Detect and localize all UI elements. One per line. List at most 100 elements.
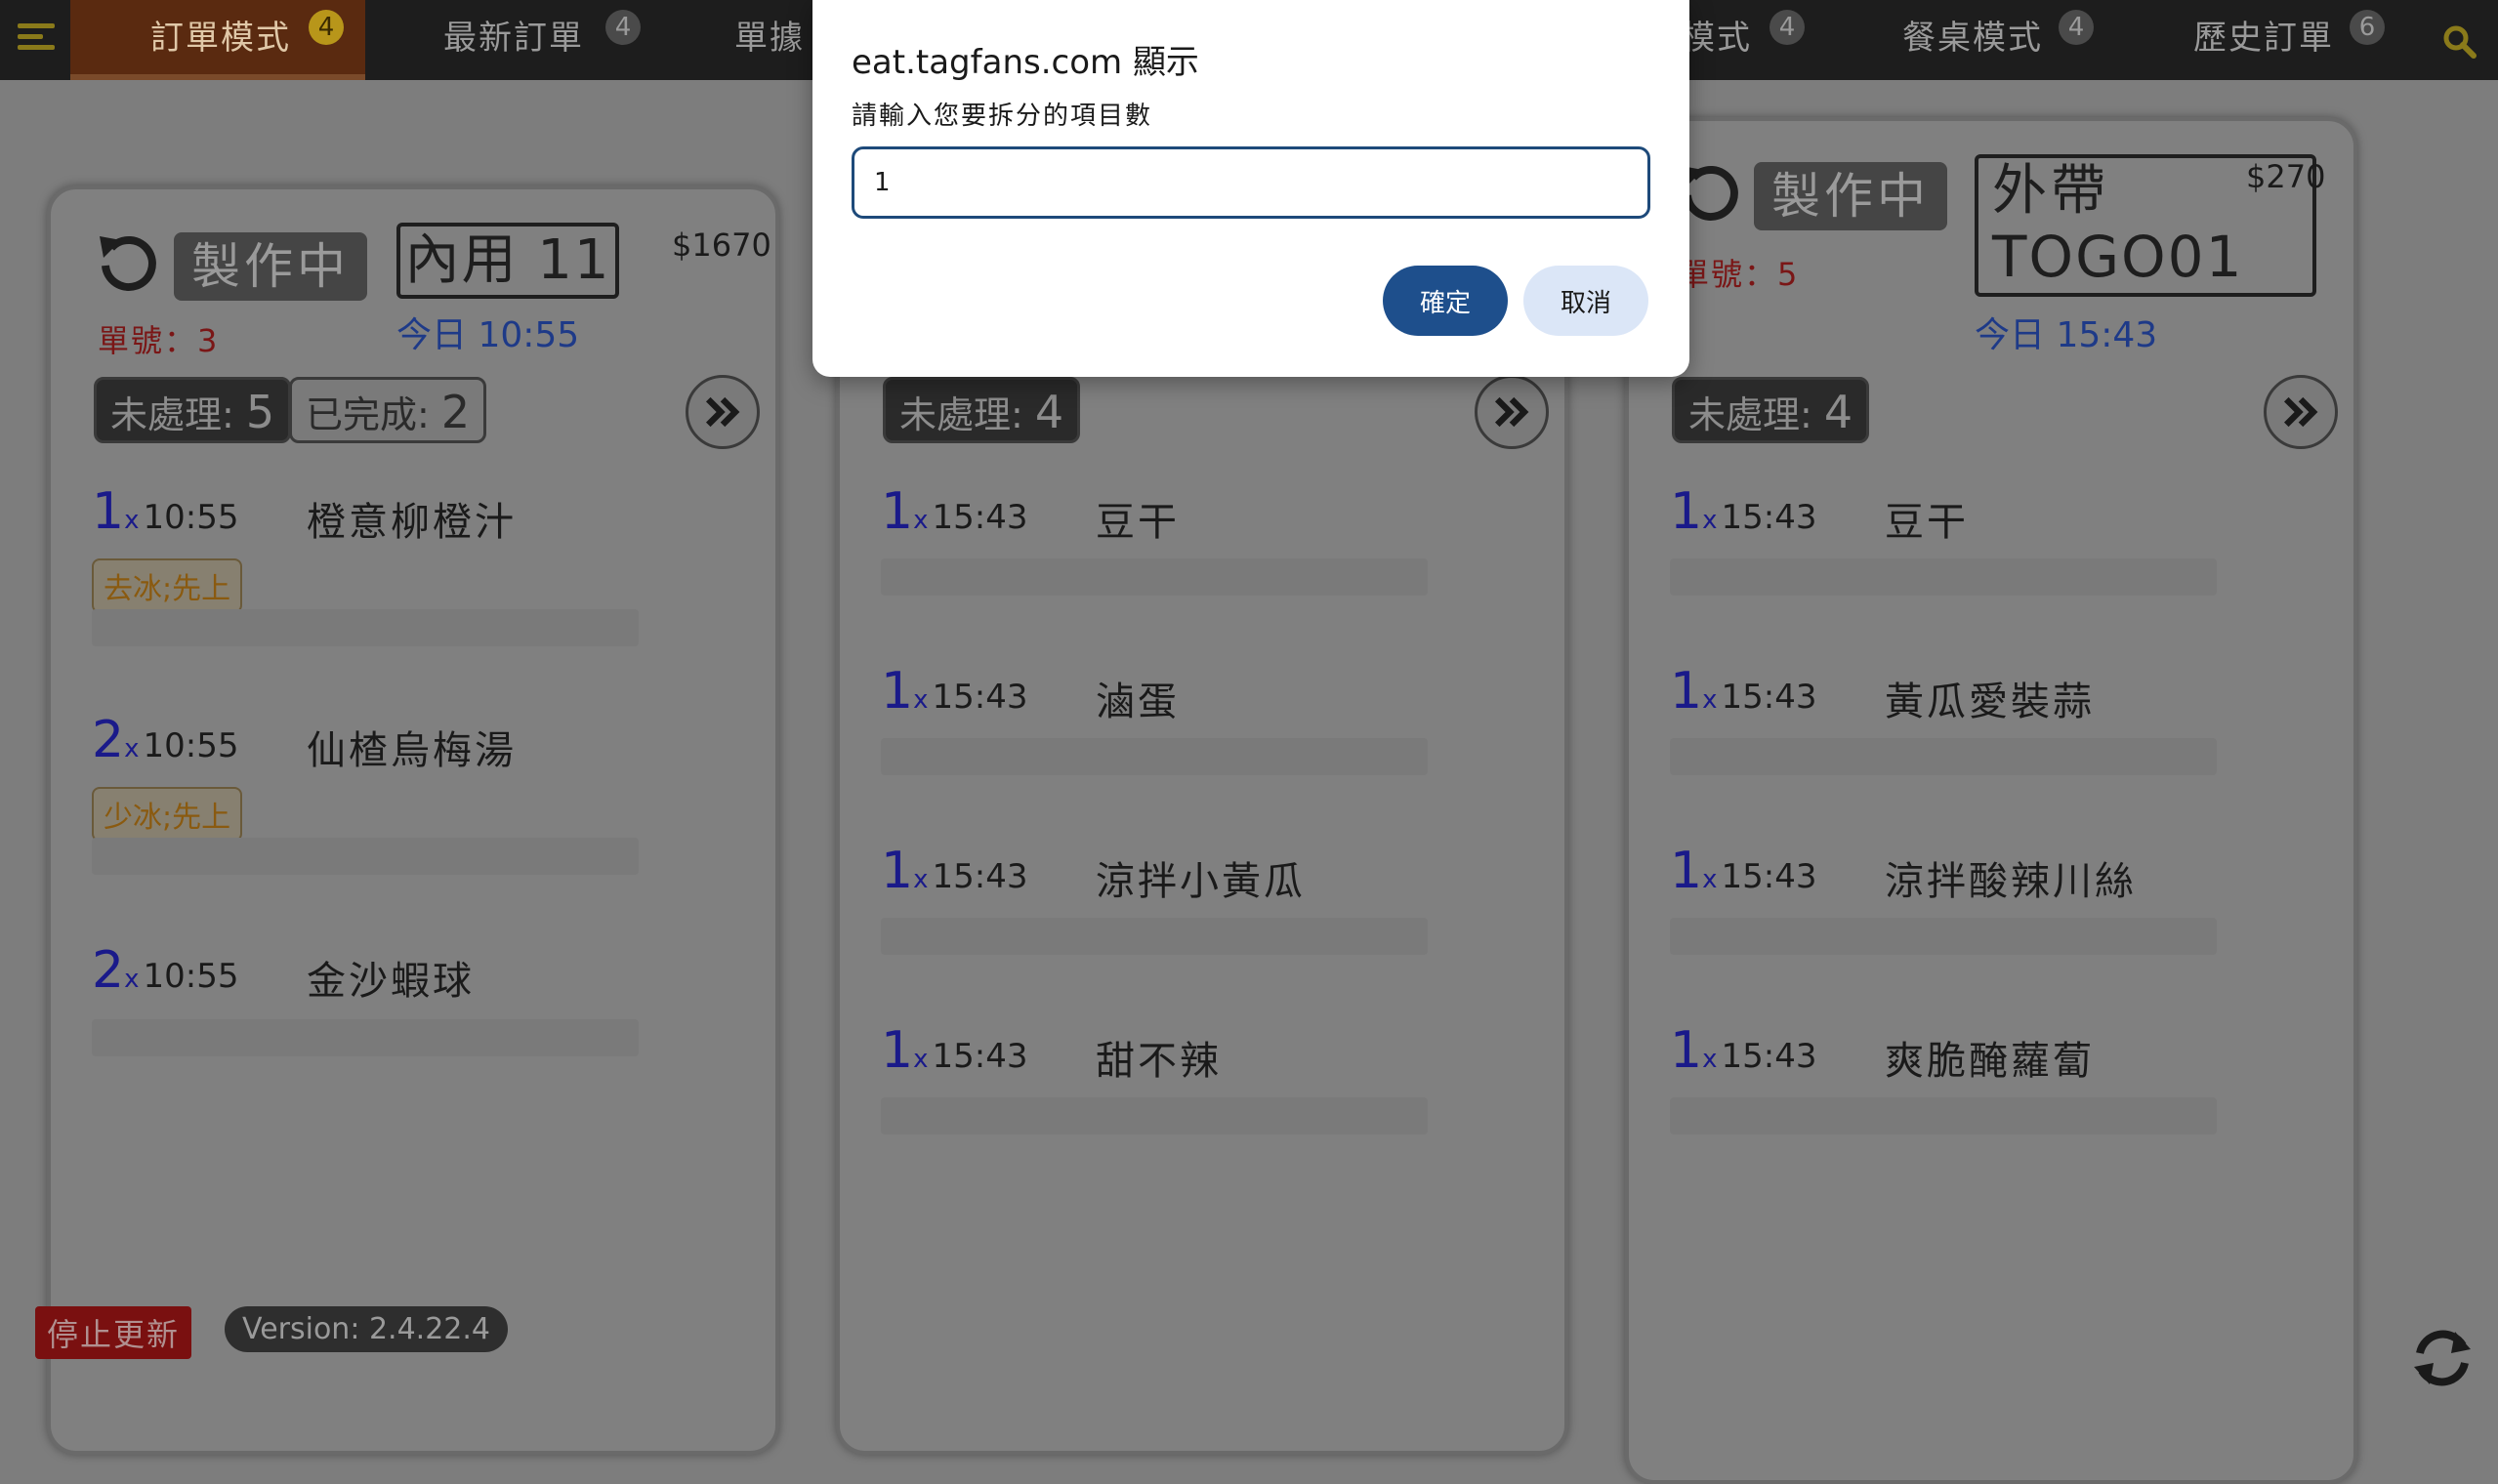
item-x: x bbox=[913, 506, 929, 535]
item-qty: 2 bbox=[92, 941, 125, 1000]
order-card: 製作中 外帶 TOGO01 $270 單號：5 今日 15:43 未處理: 4 … bbox=[1625, 117, 2357, 1484]
pending-number: 5 bbox=[245, 386, 275, 438]
tab-latest-orders[interactable]: 最新訂單 4 bbox=[443, 0, 641, 80]
list-item[interactable]: 1x 15:43 豆干 bbox=[881, 482, 1467, 596]
item-time: 15:43 bbox=[932, 678, 1028, 717]
tab-badge: 6 bbox=[2350, 10, 2385, 45]
menu-icon[interactable] bbox=[18, 23, 55, 57]
tab-badge: 4 bbox=[2059, 10, 2094, 45]
item-time: 10:55 bbox=[143, 498, 239, 537]
tab-label: 單據 bbox=[734, 19, 805, 58]
pending-number: 4 bbox=[1034, 386, 1064, 438]
tab-order-mode[interactable]: 訂單模式 4 bbox=[70, 0, 365, 80]
item-bar bbox=[1670, 558, 2217, 596]
order-time: 今日 15:43 bbox=[1975, 315, 2158, 355]
list-item[interactable]: 2x 10:55 仙楂烏梅湯 少冰;先上 bbox=[92, 711, 678, 875]
item-bar bbox=[881, 738, 1428, 775]
item-note: 去冰;先上 bbox=[92, 558, 243, 613]
tab-receipts[interactable]: 單據 bbox=[734, 0, 805, 80]
tab-label: 訂單模式 bbox=[150, 19, 291, 58]
list-item[interactable]: 1x 15:43 黃瓜愛裝蒜 bbox=[1670, 662, 2256, 775]
item-x: x bbox=[1702, 1045, 1718, 1074]
item-qty: 1 bbox=[881, 1021, 914, 1080]
item-x: x bbox=[124, 734, 140, 763]
item-name: 滷蛋 bbox=[1096, 680, 1180, 724]
cancel-button[interactable]: 取消 bbox=[1523, 266, 1648, 336]
pending-count[interactable]: 未處理: 4 bbox=[883, 377, 1081, 443]
order-price: $1670 bbox=[672, 227, 771, 264]
undo-icon[interactable] bbox=[92, 227, 162, 297]
double-chevron-icon[interactable] bbox=[1475, 375, 1549, 449]
tab-mode[interactable]: 模式 4 bbox=[1682, 0, 1805, 80]
item-bar bbox=[92, 838, 639, 875]
item-name: 甜不辣 bbox=[1096, 1039, 1222, 1084]
list-item[interactable]: 1x 10:55 橙意柳橙汁 去冰;先上 bbox=[92, 482, 678, 646]
pending-number: 4 bbox=[1823, 386, 1853, 438]
list-item[interactable]: 1x 15:43 涼拌酸辣川絲 bbox=[1670, 842, 2256, 955]
tab-label: 餐桌模式 bbox=[1902, 19, 2043, 58]
split-count-input[interactable] bbox=[852, 146, 1650, 219]
item-name: 橙意柳橙汁 bbox=[307, 500, 517, 545]
item-note: 少冰;先上 bbox=[92, 787, 243, 842]
item-bar bbox=[881, 558, 1428, 596]
list-item[interactable]: 1x 15:43 豆干 bbox=[1670, 482, 2256, 596]
item-x: x bbox=[1702, 685, 1718, 715]
order-time: 今日 10:55 bbox=[396, 315, 580, 355]
done-count[interactable]: 已完成: 2 bbox=[289, 377, 487, 443]
item-qty: 1 bbox=[881, 482, 914, 541]
list-item[interactable]: 1x 15:43 甜不辣 bbox=[881, 1021, 1467, 1134]
list-item[interactable]: 2x 10:55 金沙蝦球 bbox=[92, 941, 678, 1056]
item-x: x bbox=[124, 506, 140, 535]
double-chevron-icon[interactable] bbox=[686, 375, 760, 449]
pending-count[interactable]: 未處理: 5 bbox=[94, 377, 292, 443]
confirm-button[interactable]: 確定 bbox=[1383, 266, 1508, 336]
item-name: 涼拌小黃瓜 bbox=[1096, 859, 1306, 904]
item-bar bbox=[1670, 918, 2217, 955]
item-qty: 1 bbox=[881, 662, 914, 721]
item-time: 15:43 bbox=[1721, 498, 1817, 537]
item-x: x bbox=[913, 685, 929, 715]
item-qty: 1 bbox=[1670, 1021, 1703, 1080]
prompt-dialog: eat.tagfans.com 顯示 請輸入您要拆分的項目數 確定 取消 bbox=[812, 0, 1689, 377]
item-name: 豆干 bbox=[1096, 500, 1180, 545]
list-item[interactable]: 1x 15:43 涼拌小黃瓜 bbox=[881, 842, 1467, 955]
tab-table-mode[interactable]: 餐桌模式 4 bbox=[1902, 0, 2094, 80]
pending-count[interactable]: 未處理: 4 bbox=[1672, 377, 1870, 443]
done-label: 已完成: bbox=[306, 393, 430, 436]
item-qty: 1 bbox=[92, 482, 125, 541]
tab-label: 模式 bbox=[1682, 19, 1752, 58]
item-name: 仙楂烏梅湯 bbox=[307, 728, 517, 773]
list-item[interactable]: 1x 15:43 滷蛋 bbox=[881, 662, 1467, 775]
item-x: x bbox=[1702, 506, 1718, 535]
tab-badge: 4 bbox=[309, 10, 344, 45]
stop-update-button[interactable]: 停止更新 bbox=[35, 1306, 192, 1359]
item-time: 10:55 bbox=[143, 957, 239, 996]
item-time: 15:43 bbox=[932, 857, 1028, 896]
version-badge: Version: 2.4.22.4 bbox=[225, 1306, 509, 1352]
order-number: 單號：3 bbox=[98, 322, 220, 359]
item-name: 涼拌酸辣川絲 bbox=[1885, 859, 2137, 904]
pending-label: 未處理: bbox=[899, 393, 1023, 436]
tab-label: 最新訂單 bbox=[443, 19, 584, 58]
table-label-line2: TOGO01 bbox=[1992, 224, 2244, 290]
pending-label: 未處理: bbox=[110, 393, 234, 436]
done-number: 2 bbox=[440, 386, 471, 438]
item-qty: 1 bbox=[881, 842, 914, 900]
refresh-icon[interactable] bbox=[2408, 1324, 2477, 1392]
item-bar bbox=[92, 1019, 639, 1056]
item-bar bbox=[92, 609, 639, 646]
item-name: 金沙蝦球 bbox=[307, 959, 475, 1004]
search-icon[interactable] bbox=[2441, 23, 2477, 59]
item-bar bbox=[881, 918, 1428, 955]
item-time: 15:43 bbox=[1721, 1037, 1817, 1076]
item-qty: 2 bbox=[92, 711, 125, 769]
double-chevron-icon[interactable] bbox=[2264, 375, 2338, 449]
item-qty: 1 bbox=[1670, 482, 1703, 541]
dialog-message: 請輸入您要拆分的項目數 bbox=[852, 102, 1153, 131]
tab-history-orders[interactable]: 歷史訂單 6 bbox=[2193, 0, 2385, 80]
pending-label: 未處理: bbox=[1688, 393, 1812, 436]
order-number: 單號：5 bbox=[1678, 256, 1800, 293]
item-qty: 1 bbox=[1670, 842, 1703, 900]
list-item[interactable]: 1x 15:43 爽脆醃蘿蔔 bbox=[1670, 1021, 2256, 1134]
item-time: 15:43 bbox=[932, 1037, 1028, 1076]
